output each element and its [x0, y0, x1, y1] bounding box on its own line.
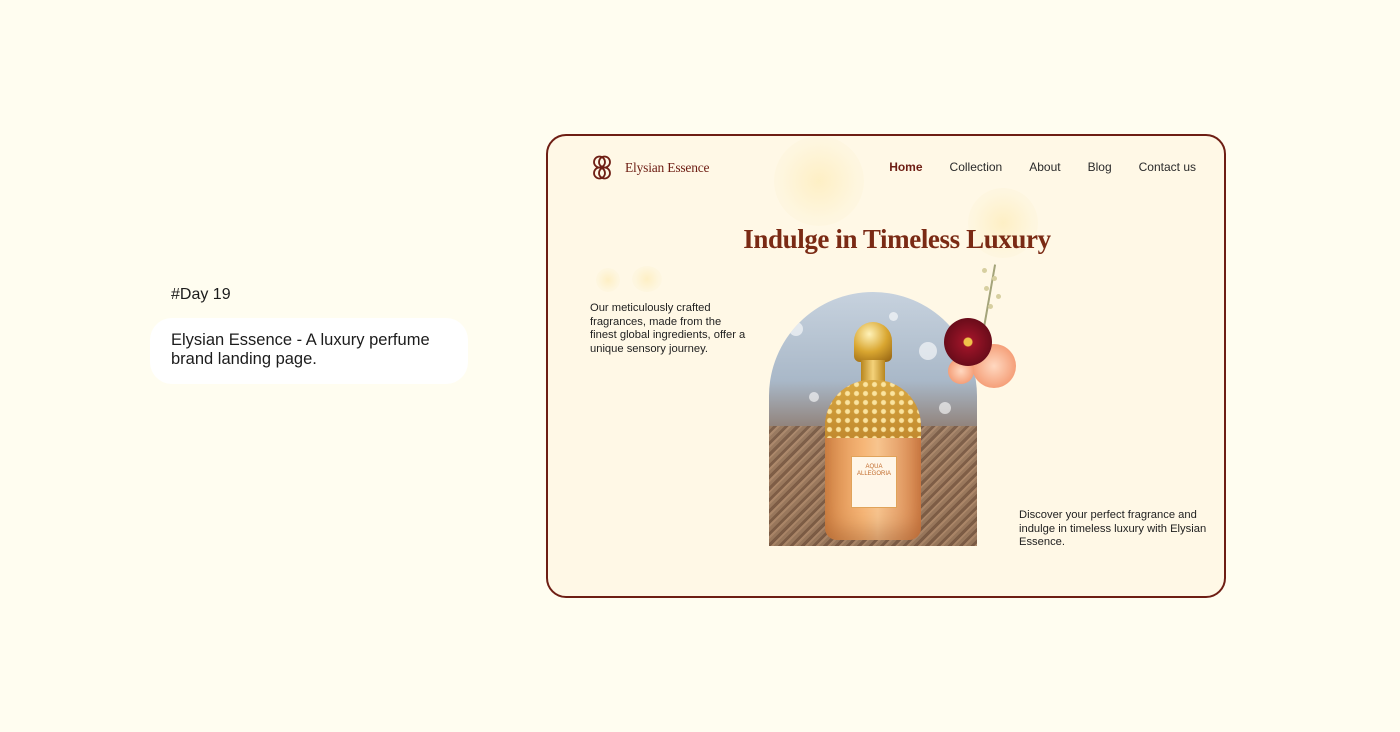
bottle-label: AQUA ALLEGORIA	[851, 456, 897, 508]
background-flower-decoration	[632, 266, 662, 292]
nav-contact-us[interactable]: Contact us	[1139, 160, 1196, 174]
background-flower-decoration	[596, 268, 620, 292]
landing-page-preview: Elysian Essence Home Collection About Bl…	[546, 134, 1226, 598]
interlaced-knot-logo-icon	[593, 155, 611, 180]
nav-home[interactable]: Home	[889, 160, 922, 174]
hero-intro-copy: Our meticulously crafted fragrances, mad…	[590, 302, 746, 355]
hero-title: Indulge in Timeless Luxury	[743, 224, 1051, 254]
background-flower-decoration	[774, 136, 864, 226]
nav-about[interactable]: About	[1029, 160, 1060, 174]
intro-description: Elysian Essence - A luxury perfume brand…	[150, 318, 468, 384]
hero-discover-copy: Discover your perfect fragrance and indu…	[1019, 509, 1207, 549]
day-label: #Day 19	[171, 286, 231, 303]
brand-name: Elysian Essence	[625, 160, 710, 175]
brand-logo[interactable]: Elysian Essence	[588, 154, 710, 182]
main-navigation: Home Collection About Blog Contact us	[862, 160, 1196, 174]
nav-blog[interactable]: Blog	[1088, 160, 1112, 174]
flower-bouquet-decoration	[938, 264, 1028, 414]
nav-collection[interactable]: Collection	[950, 160, 1003, 174]
page-canvas: #Day 19 Elysian Essence - A luxury perfu…	[0, 0, 1400, 732]
